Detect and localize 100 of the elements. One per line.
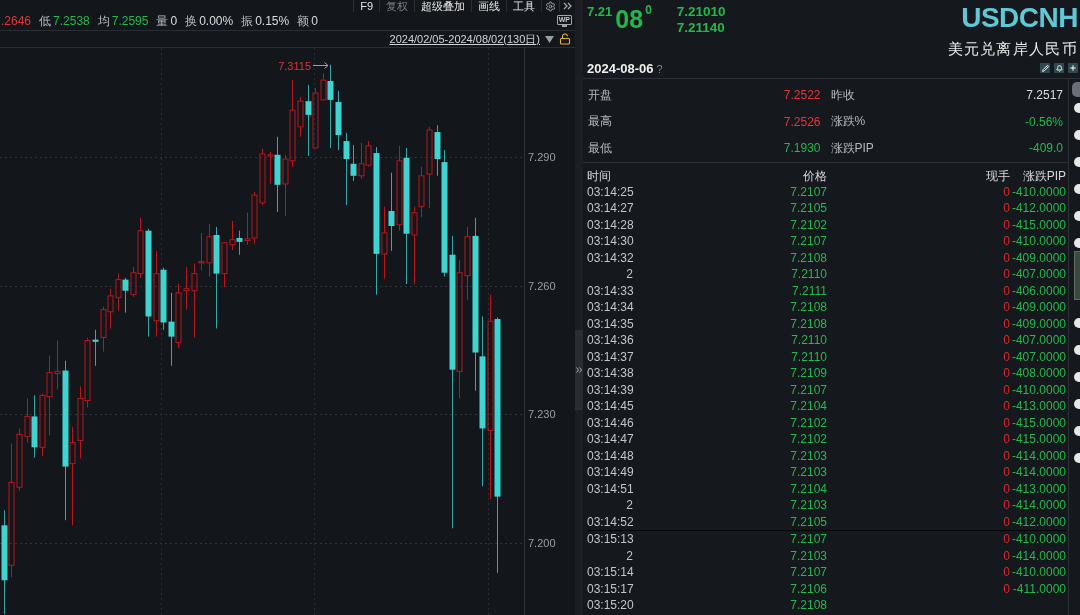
time-cell: 03:14:37	[587, 348, 633, 365]
price-cell-text: 7.2102	[789, 431, 827, 448]
stat-value: 0.00%	[199, 14, 234, 28]
price-cell-text: 7.2104	[789, 480, 827, 497]
time-cell: 03:14:30	[587, 233, 633, 250]
volume-cell-text: 0	[1002, 266, 1010, 283]
falling-candle	[236, 230, 243, 256]
time-cell: 03:14:25	[587, 183, 633, 200]
summary-label: 最高	[588, 113, 612, 131]
stat-label: 低	[39, 12, 52, 30]
dropdown-triangle-icon[interactable]	[545, 35, 554, 43]
collapse-handle[interactable]	[575, 330, 583, 410]
change-cell: -414.0000	[1010, 447, 1066, 464]
price-cell-text: 7.2110	[790, 266, 827, 283]
price-axis-label: 7.200	[528, 536, 556, 549]
summary-value: -0.56%	[1024, 114, 1063, 129]
toolbar-button[interactable]: 画线	[471, 0, 506, 12]
price-cell-text: 7.2103	[789, 464, 827, 481]
bell-icon[interactable]	[1054, 63, 1064, 73]
change-cell: -415.0000	[1010, 216, 1066, 233]
price-last-digit: 0	[645, 4, 652, 16]
volume-cell-text: 0	[1002, 365, 1010, 382]
time-cell: 03:14:35	[587, 315, 633, 332]
change-cell: -414.0000	[1010, 547, 1066, 564]
time-cell: 03:14:36	[587, 332, 633, 349]
summary-label: 最低	[588, 139, 612, 157]
time-cell: 03:14:51	[587, 480, 633, 497]
toolbar-button[interactable]: 超级叠加	[414, 0, 471, 12]
volume-cell-text: 0	[1002, 497, 1010, 514]
price-main-digits: 08	[615, 7, 644, 32]
edge-handle-icon[interactable]	[1072, 82, 1080, 97]
change-cell: -415.0000	[1010, 414, 1066, 431]
volume-cell-text: 0	[1002, 381, 1010, 398]
price-cell-text: 7.2107	[789, 564, 827, 581]
double-chevron-icon[interactable]	[563, 2, 572, 10]
price-prefix: 7.21	[587, 5, 613, 18]
lock-icon[interactable]	[559, 33, 571, 45]
trade-date: 2024-08-06	[587, 60, 654, 76]
time-cell: 03:15:17	[587, 580, 633, 597]
volume-cell-text: 0	[1002, 464, 1010, 481]
volume-cell-text: 0	[1002, 233, 1010, 250]
volume-cell-text: 0	[1002, 332, 1010, 349]
column-header: 时间	[587, 167, 612, 184]
toolbar-button[interactable]: F9	[353, 0, 379, 12]
time-cell: 03:14:52	[587, 513, 633, 530]
price-cell-text: 7.2108	[789, 597, 827, 614]
change-cell: -410.0000	[1010, 564, 1066, 581]
summary-label: 涨跌%	[830, 113, 866, 131]
price-cell-text: 7.2103	[789, 547, 827, 564]
pencil-icon[interactable]	[1040, 63, 1050, 73]
price-cell-text: 7.2102	[789, 216, 827, 233]
stat-value: 0	[170, 14, 178, 28]
plus-icon[interactable]	[1068, 63, 1078, 73]
price-cell-text: 7.2103	[789, 497, 827, 514]
price-cell-text: 7.2103	[789, 447, 827, 464]
stat-label: 振	[241, 12, 254, 30]
side-price: 7.21010	[676, 4, 726, 20]
summary-label: 开盘	[588, 86, 612, 104]
falling-candle	[92, 329, 99, 367]
time-cell: 03:14:33	[587, 282, 633, 299]
price-cell-text: 7.2106	[789, 580, 827, 597]
stat-value: 7.2538	[53, 14, 90, 28]
stat-value: 0.15%	[255, 14, 290, 28]
change-cell: -407.0000	[1010, 266, 1066, 283]
volume-cell-text: 0	[1002, 348, 1010, 365]
time-cell: 03:14:46	[587, 414, 633, 431]
stat-label: 均	[97, 12, 110, 30]
volume-cell-text: 0	[1002, 580, 1010, 597]
peak-pointer-arrow	[312, 62, 329, 69]
change-cell: -408.0000	[1010, 365, 1066, 382]
time-cell-text: 2	[625, 266, 633, 283]
volume-cell-text: 0	[1002, 547, 1010, 564]
change-cell: -406.0000	[1010, 282, 1066, 299]
change-cell: -409.0000	[1010, 315, 1066, 332]
stat-value: .2646	[1, 14, 32, 28]
side-price: 7.21140	[676, 20, 726, 36]
peak-price-label: 7.3115	[278, 59, 311, 72]
change-cell: -412.0000	[1010, 200, 1066, 217]
settings-icon[interactable]	[545, 0, 556, 12]
price-cell-text: 7.2108	[789, 299, 827, 316]
price-cell-text: 7.2107	[789, 381, 827, 398]
volume-cell-text: 0	[1002, 414, 1010, 431]
time-cell: 03:14:47	[587, 431, 633, 448]
change-cell: -409.0000	[1010, 299, 1066, 316]
time-cell: 03:14:38	[587, 365, 633, 382]
date-range-link[interactable]: 2024/02/05-2024/08/02(130日)	[389, 32, 540, 46]
price-cell-text: 7.2108	[789, 315, 827, 332]
price-cell-text: 7.2104	[789, 398, 827, 415]
column-header: 价格	[802, 167, 827, 184]
toolbar-button[interactable]: 工具	[506, 0, 541, 12]
help-mark[interactable]: ?	[656, 62, 663, 75]
column-header: 现手	[985, 167, 1010, 184]
volume-cell-text: 0	[1002, 398, 1010, 415]
price-cell-text: 7.2109	[789, 365, 827, 382]
change-cell: -410.0000	[1010, 531, 1066, 548]
change-cell: -407.0000	[1010, 348, 1066, 365]
summary-value: 7.2517	[1026, 88, 1063, 103]
price-axis-label: 7.290	[528, 150, 556, 163]
price-cell-text: 7.2110	[790, 348, 827, 365]
change-cell: -409.0000	[1010, 249, 1066, 266]
